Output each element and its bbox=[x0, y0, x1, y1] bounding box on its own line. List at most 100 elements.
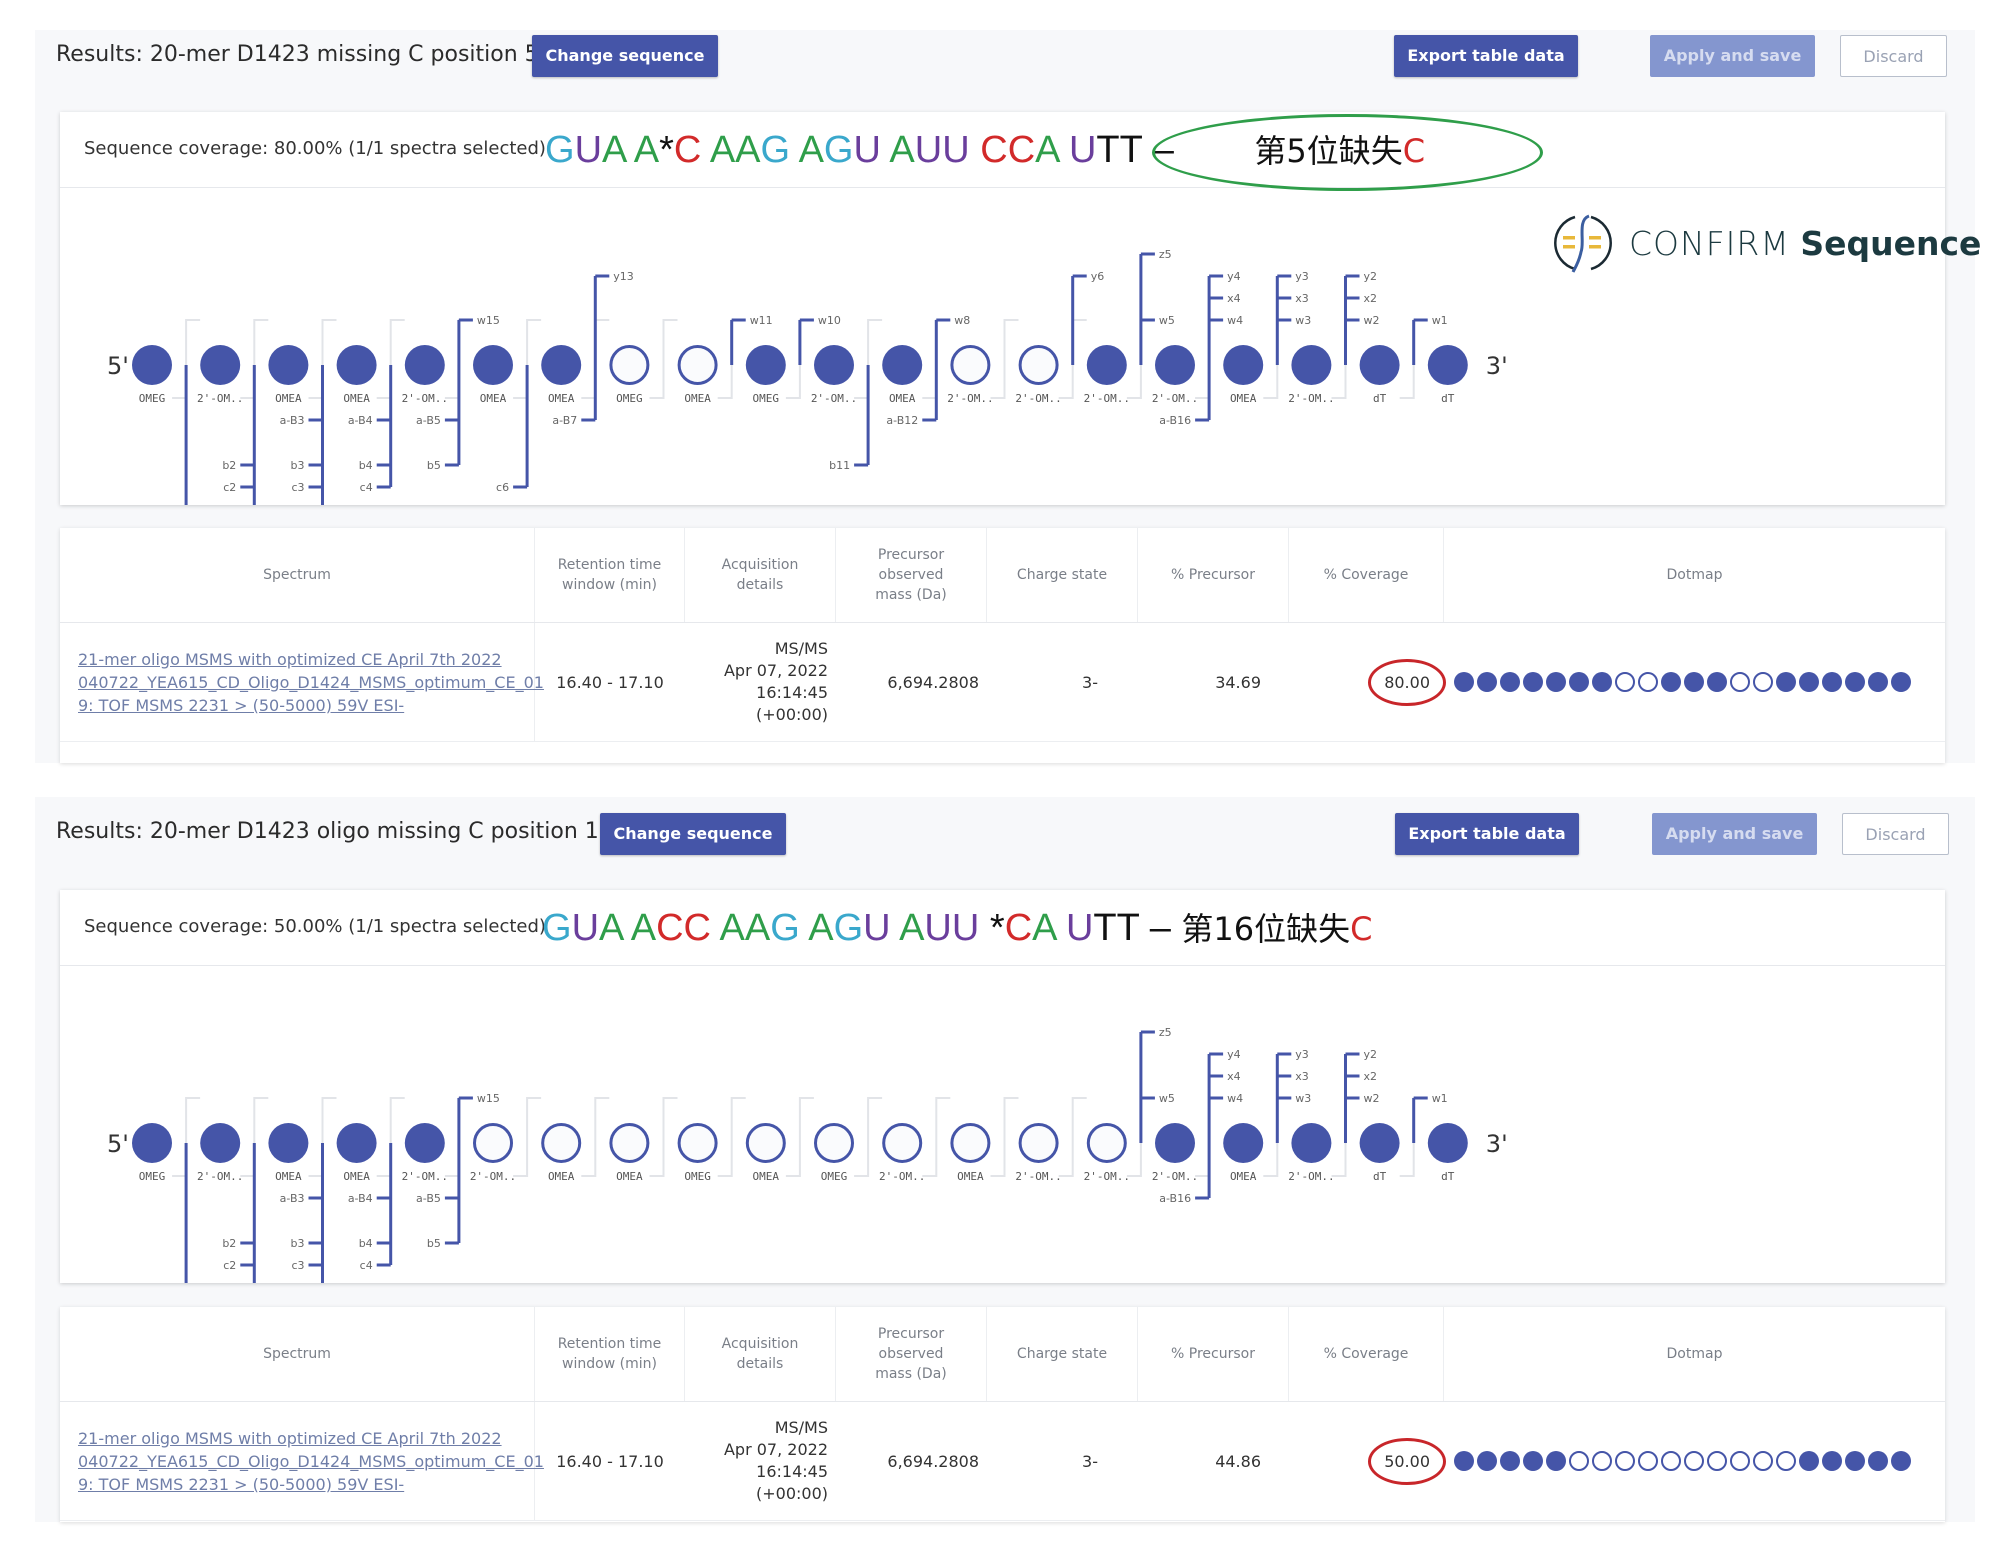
column-header[interactable]: % Precursor bbox=[1138, 528, 1289, 622]
column-header[interactable]: Charge state bbox=[987, 528, 1138, 622]
residue-missing bbox=[1086, 1123, 1127, 1163]
acquisition-details: MS/MS Apr 07, 2022 16:14:45 (+00:00) bbox=[685, 638, 836, 726]
column-header[interactable]: Precursor observed mass (Da) bbox=[836, 1307, 987, 1401]
residue-label: OMEA bbox=[753, 1170, 780, 1183]
five-prime-label: 5' bbox=[107, 1130, 129, 1158]
column-header[interactable]: % Coverage bbox=[1289, 528, 1444, 622]
dotmap-dot-detected bbox=[1546, 1451, 1566, 1471]
column-header[interactable]: Precursor observed mass (Da) bbox=[836, 528, 987, 622]
column-header[interactable]: Dotmap bbox=[1444, 528, 1945, 622]
column-header[interactable]: % Precursor bbox=[1138, 1307, 1289, 1401]
spectrum-link[interactable]: 21-mer oligo MSMS with optimized CE Apri… bbox=[60, 1427, 544, 1496]
dotmap-dot-detected bbox=[1454, 672, 1474, 692]
results-panel-2: Results: 20-mer D1423 oligo missing C po… bbox=[35, 797, 1975, 1522]
column-header[interactable]: Retention time window (min) bbox=[535, 528, 685, 622]
fragment-label: w5 bbox=[1159, 314, 1175, 327]
nucleotide-letter: A bbox=[798, 129, 824, 171]
dotmap-dot-missing bbox=[1753, 1451, 1773, 1471]
fragment-label: a-B3 bbox=[280, 1192, 305, 1205]
column-header[interactable]: Acquisition details bbox=[685, 528, 836, 622]
nucleotide-letter: A bbox=[735, 129, 761, 171]
acquisition-line: 16:14:45 bbox=[756, 683, 828, 702]
spectrum-table: Spectrum Retention time window (min) Acqui… bbox=[60, 1307, 1945, 1522]
coverage-value: 50.00 bbox=[1368, 1437, 1446, 1485]
spectrum-link[interactable]: 21-mer oligo MSMS with optimized CE Apri… bbox=[60, 648, 544, 717]
change-sequence-button[interactable]: Change sequence bbox=[600, 813, 786, 855]
codon-group: AAG bbox=[710, 129, 790, 171]
export-table-data-button[interactable]: Export table data bbox=[1395, 813, 1579, 855]
nucleotide-letter: U bbox=[914, 129, 943, 171]
fragment-bracket-placeholder bbox=[922, 1097, 951, 1177]
fragment-label: a-B5 bbox=[416, 1192, 441, 1205]
residue-label: OMEA bbox=[548, 1170, 575, 1183]
spectrum-link-line[interactable]: 040722_YEA615_CD_Oligo_D1424_MSMS_optimu… bbox=[78, 671, 544, 694]
residue-missing bbox=[609, 1123, 650, 1163]
spectrum-link-line[interactable]: 9: TOF MSMS 2231 > (50-5000) 59V ESI- bbox=[78, 694, 544, 717]
fragment-label: a-B4 bbox=[348, 1192, 373, 1205]
nucleotide-letter: G bbox=[823, 129, 854, 171]
nucleotide-letter: A bbox=[1035, 129, 1059, 171]
column-header[interactable]: Charge state bbox=[987, 1307, 1138, 1401]
spectrum-link-line[interactable]: 21-mer oligo MSMS with optimized CE Apri… bbox=[78, 648, 544, 671]
residue-detected bbox=[1155, 1123, 1195, 1163]
coverage-percent-cell: 80.00 bbox=[1289, 623, 1446, 741]
residue-detected bbox=[1427, 345, 1468, 385]
residue-label: OMEG bbox=[753, 392, 780, 405]
fragment-label: d3 bbox=[291, 1282, 305, 1283]
nucleotide-letter: U bbox=[1065, 907, 1094, 949]
nucleotide-letter: U bbox=[853, 129, 881, 171]
dotmap-dot-detected bbox=[1569, 672, 1589, 692]
table-header: Spectrum Retention time window (min) Acqui… bbox=[60, 1307, 1945, 1402]
residue-label: OMEG bbox=[684, 1170, 711, 1183]
three-prime-label: 3' bbox=[1486, 352, 1508, 380]
spectrum-link-line[interactable]: 040722_YEA615_CD_Oligo_D1424_MSMS_optimu… bbox=[78, 1450, 544, 1473]
discard-button[interactable]: Discard bbox=[1840, 35, 1947, 77]
column-header[interactable]: Spectrum bbox=[60, 1307, 535, 1401]
nucleotide-letter: C bbox=[683, 907, 711, 949]
column-header[interactable]: % Coverage bbox=[1289, 1307, 1444, 1401]
apply-and-save-button[interactable]: Apply and save bbox=[1650, 35, 1815, 77]
codon-group: *CA bbox=[990, 907, 1056, 949]
fragment-label: b11 bbox=[829, 459, 850, 472]
spectrum-link-line[interactable]: 21-mer oligo MSMS with optimized CE Apri… bbox=[78, 1427, 544, 1450]
residue-label: dT bbox=[1373, 392, 1387, 405]
three-prime-label: 3' bbox=[1486, 1130, 1508, 1158]
residue-label: 2'-OM.. bbox=[1288, 392, 1334, 405]
nucleotide-letter: T bbox=[1096, 129, 1120, 171]
apply-and-save-button[interactable]: Apply and save bbox=[1652, 813, 1817, 855]
codon-group: UTT bbox=[1069, 129, 1142, 171]
export-table-data-button[interactable]: Export table data bbox=[1394, 35, 1578, 77]
fragment-bracket-placeholder bbox=[1058, 1097, 1087, 1177]
nucleotide-letter: C bbox=[980, 129, 1008, 171]
fragment-label: x3 bbox=[1295, 292, 1309, 305]
column-header[interactable]: Acquisition details bbox=[685, 1307, 836, 1401]
fragment-label: y3 bbox=[1295, 1048, 1309, 1061]
discard-button[interactable]: Discard bbox=[1842, 813, 1949, 855]
residue-missing bbox=[677, 345, 718, 385]
column-header[interactable]: Dotmap bbox=[1444, 1307, 1945, 1401]
residue-detected bbox=[1359, 345, 1400, 385]
residue-detected bbox=[336, 345, 377, 385]
column-header[interactable]: Spectrum bbox=[60, 528, 535, 622]
fragment-bracket-placeholder bbox=[649, 1097, 678, 1177]
residue-detected bbox=[1291, 1123, 1332, 1163]
coverage-header: Sequence coverage: 80.00% (1/1 spectra s… bbox=[60, 112, 1945, 191]
spectrum-link-line[interactable]: 9: TOF MSMS 2231 > (50-5000) 59V ESI- bbox=[78, 1473, 544, 1496]
fragment-label: x2 bbox=[1364, 1070, 1378, 1083]
nucleotide-letter: C bbox=[673, 129, 702, 171]
dotmap-dot-missing bbox=[1615, 1451, 1635, 1471]
table-row[interactable]: 21-mer oligo MSMS with optimized CE Apri… bbox=[60, 623, 1945, 742]
fragment-label: b4 bbox=[359, 1237, 373, 1250]
fragment-label: w11 bbox=[750, 314, 773, 327]
dotmap-dot-missing bbox=[1569, 1451, 1589, 1471]
change-sequence-button[interactable]: Change sequence bbox=[532, 35, 718, 77]
results-title: Results: 20-mer D1423 oligo missing C po… bbox=[56, 819, 613, 844]
residue-detected bbox=[200, 345, 241, 385]
fragment-label: d2 bbox=[222, 1282, 236, 1283]
annotation-highlight-ellipse bbox=[1152, 114, 1543, 191]
column-header[interactable]: Retention time window (min) bbox=[535, 1307, 685, 1401]
fragment-label: a-B7 bbox=[552, 414, 577, 427]
fragment-label: w1 bbox=[1432, 1092, 1448, 1105]
residue-detected bbox=[745, 345, 786, 385]
table-row[interactable]: 21-mer oligo MSMS with optimized CE Apri… bbox=[60, 1402, 1945, 1521]
